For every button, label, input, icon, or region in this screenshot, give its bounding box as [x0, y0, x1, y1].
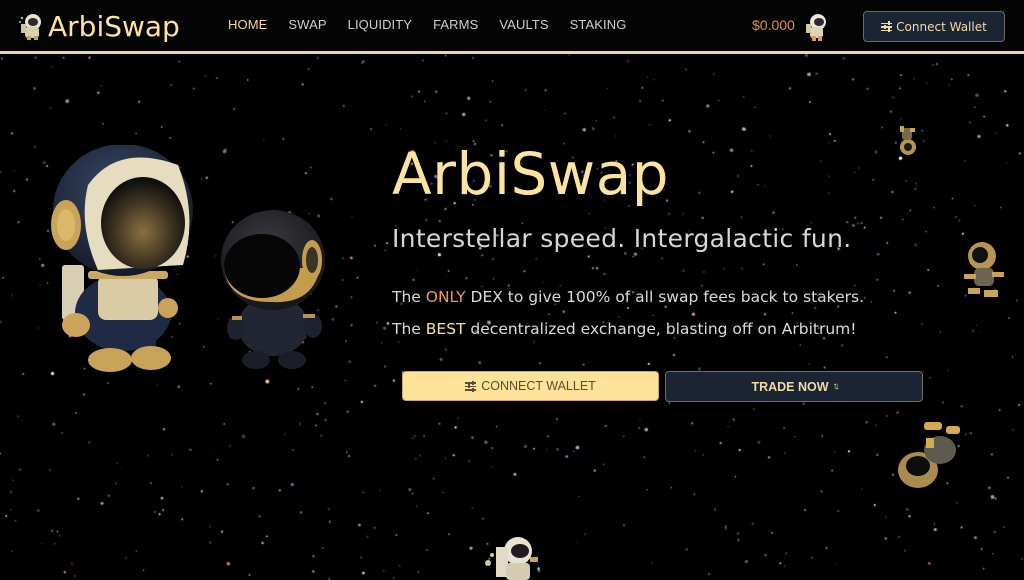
nav-swap[interactable]: SWAP	[288, 17, 326, 32]
swap-arrows-icon: ↑↓	[832, 381, 840, 392]
nav-home[interactable]: HOME	[228, 17, 267, 32]
astronaut-bottom-center	[485, 537, 538, 580]
large-astronaut-figure	[51, 145, 193, 372]
hero-subtitle: Interstellar speed. Intergalactic fun.	[392, 224, 852, 253]
floating-astronaut-right	[964, 242, 1004, 297]
tagline-suffix: decentralized exchange, blasting off on …	[465, 320, 857, 338]
sliders-icon	[881, 21, 893, 32]
brand-name: ArbiSwap	[48, 9, 180, 43]
hero-connect-wallet-button[interactable]: CONNECT WALLET	[402, 371, 659, 401]
main-nav: HOME SWAP LIQUIDITY FARMS VAULTS STAKING	[228, 17, 647, 32]
trade-now-button[interactable]: TRADE NOW ↑↓	[665, 371, 923, 402]
floating-astronaut-small	[900, 126, 916, 155]
token-balance: $0.000	[752, 17, 795, 33]
astronaut-token-icon[interactable]	[800, 11, 832, 43]
hero-tagline-only: The ONLY DEX to give 100% of all swap fe…	[392, 288, 864, 306]
trade-now-label: TRADE NOW	[751, 379, 829, 394]
nav-connect-wallet-button[interactable]: Connect Wallet	[863, 11, 1005, 42]
highlight-only: ONLY	[425, 288, 466, 306]
astronaut-mascot-icon	[19, 14, 41, 40]
hero-tagline-best: The BEST decentralized exchange, blastin…	[392, 320, 856, 338]
tagline-suffix: DEX to give 100% of all swap fees back t…	[465, 288, 865, 306]
hero-title: ArbiSwap	[392, 140, 670, 208]
brand-logo[interactable]: ArbiSwap	[16, 8, 180, 44]
nav-liquidity[interactable]: LIQUIDITY	[348, 17, 412, 32]
tagline-prefix: The	[392, 320, 426, 338]
hero-connect-wallet-label: CONNECT WALLET	[481, 379, 596, 393]
hero-section: ArbiSwap Interstellar speed. Intergalact…	[392, 138, 864, 338]
nav-connect-wallet-label: Connect Wallet	[896, 19, 987, 34]
nav-staking[interactable]: STAKING	[570, 17, 627, 32]
small-astronaut-figure	[221, 210, 325, 369]
nav-vaults[interactable]: VAULTS	[499, 17, 548, 32]
tagline-prefix: The	[392, 288, 426, 306]
top-navbar: ArbiSwap HOME SWAP LIQUIDITY FARMS VAULT…	[0, 0, 1024, 54]
sliders-icon	[465, 380, 477, 392]
highlight-best: BEST	[425, 320, 466, 338]
nav-farms[interactable]: FARMS	[433, 17, 478, 32]
floating-astronaut-upside-down	[898, 422, 960, 488]
